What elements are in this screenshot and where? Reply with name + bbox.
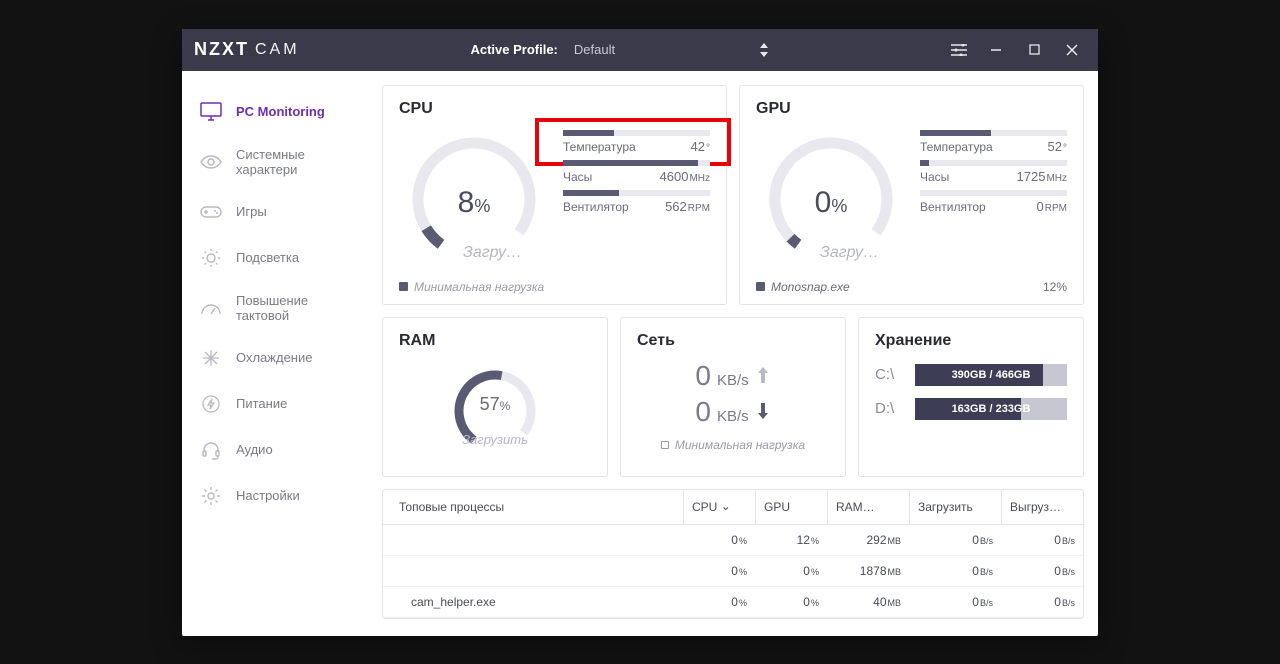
table-row[interactable]: cam_helper.exe 0% 0% 40MB 0B/s 0B/s <box>383 587 1083 618</box>
gpu-percent: 0 <box>815 186 832 219</box>
legend-square-icon <box>661 441 669 449</box>
sidebar-item-lighting[interactable]: Подсветка <box>182 235 382 281</box>
gpu-clock-block: Часы1725MHz <box>920 160 1067 184</box>
cpu-title: CPU <box>399 100 710 118</box>
sidebar-item-power[interactable]: Питание <box>182 381 382 427</box>
net-upload: 0KB/s <box>695 360 770 392</box>
brand-sub: CAM <box>255 41 300 59</box>
titlebar: NZXT CAM Active Profile: Default <box>182 29 1098 71</box>
cpu-temp-block: Температура42° <box>563 130 710 154</box>
cpu-footer: Минимальная нагрузка <box>399 280 710 294</box>
table-row[interactable]: 0% 0% 1878MB 0B/s 0B/s <box>383 556 1083 587</box>
main-content: CPU 8% Загру… <box>382 71 1098 636</box>
sun-icon <box>200 247 222 269</box>
snowflake-icon <box>200 347 222 369</box>
eye-icon <box>200 151 222 173</box>
gpu-fan-label: Вентилятор <box>920 200 986 214</box>
cpu-percent-unit: % <box>474 196 490 216</box>
sidebar-label: Питание <box>236 396 287 411</box>
maximize-button[interactable] <box>1024 40 1044 60</box>
app-window: NZXT CAM Active Profile: Default <box>182 29 1098 636</box>
gear-icon <box>200 485 222 507</box>
sidebar: PC Monitoring Системные характери Игры П… <box>182 71 382 636</box>
col-cpu[interactable]: CPU ⌄ <box>683 490 755 524</box>
ram-card[interactable]: RAM 57% Загрузить <box>382 317 608 477</box>
sidebar-label: Подсветка <box>236 250 299 265</box>
col-download[interactable]: Загрузить <box>909 490 1001 524</box>
cpu-clock-block: Часы4600MHz <box>563 160 710 184</box>
sidebar-label: Охлаждение <box>236 350 312 365</box>
profile-label: Active Profile: <box>470 42 557 57</box>
sort-icon <box>755 41 773 59</box>
cpu-card[interactable]: CPU 8% Загру… <box>382 85 727 305</box>
sidebar-label: Системные характери <box>236 147 364 177</box>
sidebar-item-settings[interactable]: Настройки <box>182 473 382 519</box>
sidebar-item-specs[interactable]: Системные характери <box>182 135 382 189</box>
processes-header: Топовые процессы CPU ⌄ GPU RAM… Загрузит… <box>383 490 1083 525</box>
profile-value: Default <box>574 42 615 57</box>
storage-drive-c: C:\ 390GB / 466GB <box>875 364 1067 386</box>
net-title: Сеть <box>637 332 829 350</box>
sidebar-label: Повышение тактовой <box>236 293 364 323</box>
gpu-footer: Monosnap.exe 12% <box>756 280 1067 294</box>
gpu-gauge: 0% Загру… <box>756 124 906 274</box>
sidebar-label: Настройки <box>236 488 300 503</box>
chevron-down-icon: ⌄ <box>721 499 731 513</box>
gpu-temp-block: Температура52° <box>920 130 1067 154</box>
gpu-percent-unit: % <box>831 196 847 216</box>
storage-drive-d: D:\ 163GB / 233GB <box>875 398 1067 420</box>
profile-select[interactable]: Default <box>568 37 779 63</box>
sidebar-label: Игры <box>236 204 267 219</box>
gamepad-icon <box>200 201 222 223</box>
monitor-icon <box>200 101 222 123</box>
network-card[interactable]: Сеть 0KB/s 0KB/s Минимальная нагрузка <box>620 317 846 477</box>
ram-title: RAM <box>399 332 591 350</box>
close-button[interactable] <box>1062 40 1082 60</box>
gpu-gauge-sub: Загру… <box>820 244 879 262</box>
legend-square-icon <box>399 282 408 291</box>
sidebar-item-audio[interactable]: Аудио <box>182 427 382 473</box>
cpu-clock-label: Часы <box>563 170 592 184</box>
gpu-fan-block: Вентилятор0RPM <box>920 190 1067 214</box>
sidebar-label: PC Monitoring <box>236 104 325 119</box>
gpu-clock-label: Часы <box>920 170 949 184</box>
ram-gauge: 57% Загрузить <box>399 356 591 466</box>
gpu-title: GPU <box>756 100 1067 118</box>
bolt-icon <box>200 393 222 415</box>
cpu-temp-label: Температура <box>563 140 636 154</box>
minimize-button[interactable] <box>986 40 1006 60</box>
brand-logo: NZXT <box>194 39 249 60</box>
processes-card: Топовые процессы CPU ⌄ GPU RAM… Загрузит… <box>382 489 1084 619</box>
storage-title: Хранение <box>875 332 1067 350</box>
table-row[interactable]: 0% 12% 292MB 0B/s 0B/s <box>383 525 1083 556</box>
storage-card[interactable]: Хранение C:\ 390GB / 466GB D:\ 163GB / 2… <box>858 317 1084 477</box>
processes-body: 0% 12% 292MB 0B/s 0B/s 0% 0% 1878MB 0B/s… <box>383 525 1083 618</box>
cpu-fan-label: Вентилятор <box>563 200 629 214</box>
col-upload[interactable]: Выгруз… <box>1001 490 1083 524</box>
sidebar-item-overclock[interactable]: Повышение тактовой <box>182 281 382 335</box>
gauge-icon <box>200 297 222 319</box>
sidebar-item-games[interactable]: Игры <box>182 189 382 235</box>
sidebar-item-cooling[interactable]: Охлаждение <box>182 335 382 381</box>
col-gpu[interactable]: GPU <box>755 490 827 524</box>
headset-icon <box>200 439 222 461</box>
cpu-gauge-sub: Загру… <box>463 244 522 262</box>
net-footer: Минимальная нагрузка <box>661 438 805 452</box>
arrow-up-icon <box>755 364 771 386</box>
sidebar-label: Аудио <box>236 442 273 457</box>
col-name[interactable]: Топовые процессы <box>383 490 683 524</box>
sidebar-item-monitoring[interactable]: PC Monitoring <box>182 89 382 135</box>
cpu-fan-block: Вентилятор562RPM <box>563 190 710 214</box>
gpu-card[interactable]: GPU 0% Загру… <box>739 85 1084 305</box>
legend-square-icon <box>756 282 765 291</box>
cpu-gauge: 8% Загру… <box>399 124 549 274</box>
cpu-percent: 8 <box>458 186 475 219</box>
settings-lines-icon[interactable] <box>950 41 968 59</box>
arrow-down-icon <box>755 400 771 422</box>
gpu-temp-label: Температура <box>920 140 993 154</box>
col-ram[interactable]: RAM… <box>827 490 909 524</box>
net-download: 0KB/s <box>695 396 770 428</box>
